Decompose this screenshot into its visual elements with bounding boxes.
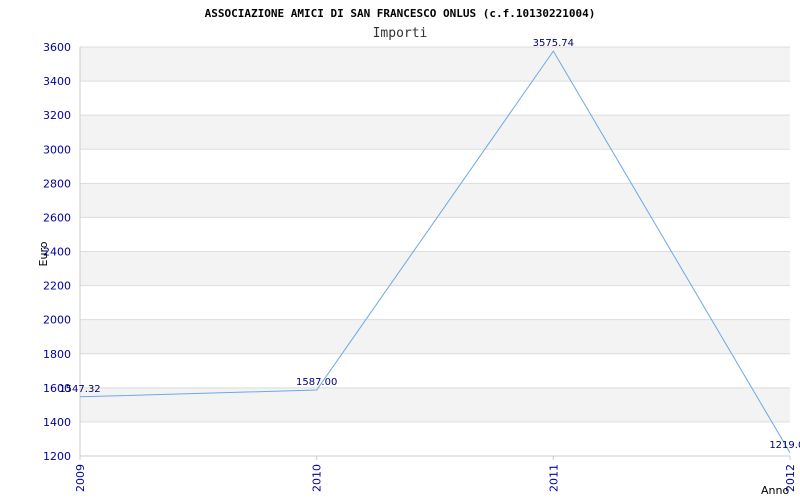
- plot-band: [80, 47, 790, 82]
- chart-subtitle: Importi: [373, 26, 428, 41]
- plot-band: [80, 319, 790, 354]
- plot-band: [80, 353, 790, 388]
- y-tick-label: 1200: [43, 450, 71, 463]
- y-tick-label: 3000: [43, 143, 71, 156]
- plot-band: [80, 217, 790, 252]
- y-tick-label: 3200: [43, 109, 71, 122]
- data-label: 1547.32: [59, 384, 100, 395]
- y-tick-label: 1400: [43, 416, 71, 429]
- plot-band: [80, 115, 790, 150]
- plot-band: [80, 183, 790, 218]
- x-tick-labels: 2009 2010 2011 2012: [74, 456, 797, 492]
- data-label: 1587.00: [296, 377, 337, 388]
- y-tick-label: 2200: [43, 280, 71, 293]
- x-axis-label: Anno: [761, 484, 789, 497]
- plot-band: [80, 251, 790, 286]
- y-tick-label: 2600: [43, 211, 71, 224]
- plot-band: [80, 285, 790, 320]
- plot-band: [80, 149, 790, 184]
- x-tick-label: 2011: [547, 464, 560, 492]
- y-tick-label: 2800: [43, 177, 71, 190]
- chart-title: ASSOCIAZIONE AMICI DI SAN FRANCESCO ONLU…: [205, 7, 596, 20]
- x-tick-label: 2010: [311, 464, 324, 492]
- plot-band: [80, 421, 790, 456]
- y-axis-label: Euro: [37, 241, 50, 266]
- x-tick-label: 2009: [74, 464, 87, 492]
- line-chart: 1200140016001800200022002400260028003000…: [37, 7, 800, 497]
- data-label: 3575.74: [533, 38, 574, 49]
- data-label: 1219.00: [769, 440, 800, 451]
- plot-band: [80, 81, 790, 116]
- y-tick-label: 2000: [43, 314, 71, 327]
- plot-band: [80, 387, 790, 422]
- y-tick-label: 3400: [43, 75, 71, 88]
- y-tick-label: 1800: [43, 348, 71, 361]
- y-tick-label: 3600: [43, 41, 71, 54]
